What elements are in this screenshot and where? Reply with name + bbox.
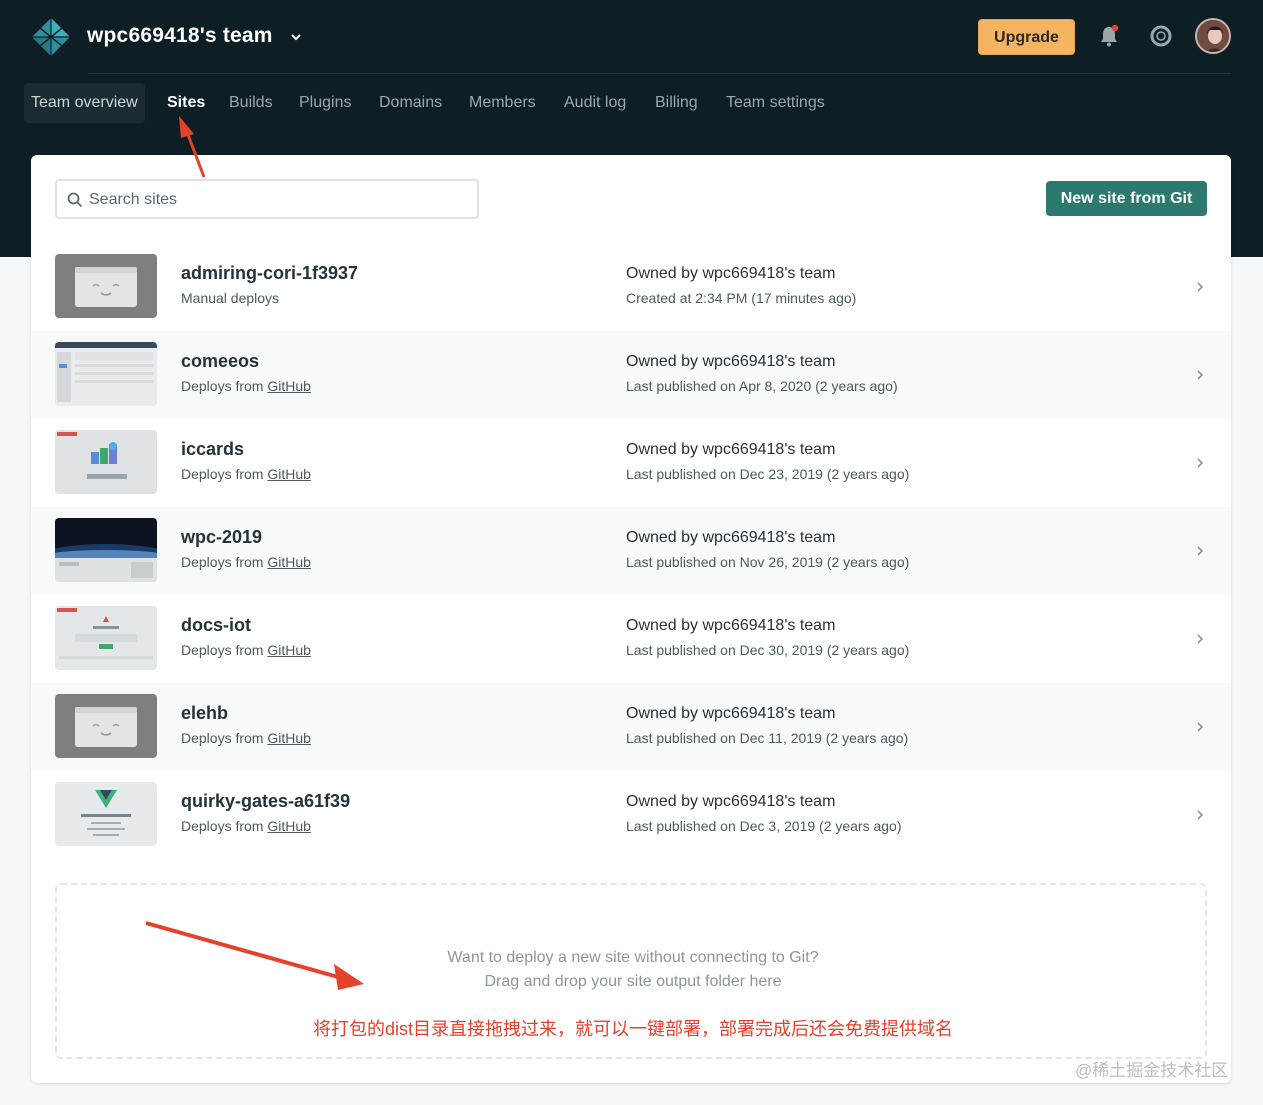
watermark: @稀土掘金技术社区 (1075, 1061, 1229, 1080)
site-name[interactable]: iccards (181, 439, 244, 460)
deploy-source: Deploys from GitHub (181, 378, 311, 394)
dropzone-prompt: Want to deploy a new site without connec… (447, 949, 819, 966)
deploy-source: Manual deploys (181, 290, 280, 306)
chevron-right-icon (1197, 370, 1204, 380)
site-published: Last published on Apr 8, 2020 (2 years a… (626, 378, 898, 394)
site-row[interactable]: admiring-cori-1f3937 Manual deploys Owne… (31, 243, 1231, 331)
site-published: Last published on Nov 26, 2019 (2 years … (626, 554, 910, 570)
lifebuoy-icon[interactable] (1149, 24, 1173, 48)
site-owner: Owned by wpc669418's team (626, 265, 836, 282)
tab-team-overview[interactable]: Team overview (24, 83, 145, 123)
sites-panel: New site from Git admiring-cori-1f3937 M… (31, 155, 1231, 1083)
github-link[interactable]: GitHub (267, 818, 311, 834)
search-box[interactable] (55, 179, 479, 219)
github-link[interactable]: GitHub (267, 554, 311, 570)
tab-plugins[interactable]: Plugins (292, 83, 358, 123)
github-link[interactable]: GitHub (267, 378, 311, 394)
site-thumbnail[interactable] (55, 694, 157, 758)
site-thumbnail[interactable] (55, 782, 157, 846)
site-row[interactable]: quirky-gates-a61f39 Deploys from GitHub … (31, 771, 1231, 859)
site-thumbnail[interactable] (55, 342, 157, 406)
deploy-source: Deploys from GitHub (181, 730, 311, 746)
deploy-source: Deploys from GitHub (181, 466, 311, 482)
site-published: Last published on Dec 3, 2019 (2 years a… (626, 818, 902, 834)
netlify-logo-icon[interactable] (30, 16, 72, 58)
chevron-right-icon (1197, 458, 1204, 468)
site-owner: Owned by wpc669418's team (626, 617, 836, 634)
deploy-source: Deploys from GitHub (181, 642, 311, 658)
github-link[interactable]: GitHub (267, 730, 311, 746)
tab-domains[interactable]: Domains (372, 83, 449, 123)
site-published: Last published on Dec 30, 2019 (2 years … (626, 642, 910, 658)
avatar[interactable] (1195, 18, 1231, 54)
site-owner: Owned by wpc669418's team (626, 441, 836, 458)
drag-drop-zone[interactable]: Want to deploy a new site without connec… (55, 883, 1207, 1059)
site-thumbnail[interactable] (55, 430, 157, 494)
site-owner: Owned by wpc669418's team (626, 705, 836, 722)
site-thumbnail[interactable] (55, 606, 157, 670)
site-name[interactable]: admiring-cori-1f3937 (181, 263, 358, 284)
caret-down-icon[interactable] (291, 33, 301, 41)
chevron-right-icon (1197, 546, 1204, 556)
site-name[interactable]: comeeos (181, 351, 259, 372)
site-name[interactable]: docs-iot (181, 615, 251, 636)
github-link[interactable]: GitHub (267, 642, 311, 658)
site-name[interactable]: quirky-gates-a61f39 (181, 791, 350, 812)
bell-icon[interactable] (1098, 24, 1120, 48)
site-owner: Owned by wpc669418's team (626, 793, 836, 810)
site-thumbnail[interactable] (55, 518, 157, 582)
chevron-right-icon (1197, 810, 1204, 820)
tab-sites[interactable]: Sites (160, 83, 212, 123)
site-owner: Owned by wpc669418's team (626, 353, 836, 370)
topbar-divider (88, 73, 1231, 74)
upgrade-button[interactable]: Upgrade (978, 19, 1075, 55)
site-row[interactable]: comeeos Deploys from GitHub Owned by wpc… (31, 331, 1231, 419)
site-published: Last published on Dec 23, 2019 (2 years … (626, 466, 910, 482)
tab-team-settings[interactable]: Team settings (719, 83, 832, 123)
chevron-right-icon (1197, 282, 1204, 292)
tab-members[interactable]: Members (462, 83, 543, 123)
chevron-right-icon (1197, 634, 1204, 644)
github-link[interactable]: GitHub (267, 466, 311, 482)
new-site-from-git-button[interactable]: New site from Git (1046, 181, 1207, 216)
dropzone-instruction: Drag and drop your site output folder he… (484, 973, 782, 990)
tab-billing[interactable]: Billing (648, 83, 705, 123)
site-thumbnail[interactable] (55, 254, 157, 318)
site-published: Created at 2:34 PM (17 minutes ago) (626, 290, 857, 306)
tab-audit-log[interactable]: Audit log (557, 83, 633, 123)
site-row[interactable]: docs-iot Deploys from GitHub Owned by wp… (31, 595, 1231, 683)
site-list: admiring-cori-1f3937 Manual deploys Owne… (31, 243, 1231, 859)
tab-builds[interactable]: Builds (222, 83, 280, 123)
site-owner: Owned by wpc669418's team (626, 529, 836, 546)
chevron-right-icon (1197, 722, 1204, 732)
search-icon (67, 192, 83, 208)
deploy-source: Deploys from GitHub (181, 554, 311, 570)
search-input[interactable] (89, 187, 469, 213)
team-switcher[interactable]: wpc669418's team (87, 24, 273, 48)
site-name[interactable]: wpc-2019 (181, 527, 262, 548)
site-row[interactable]: wpc-2019 Deploys from GitHub Owned by wp… (31, 507, 1231, 595)
annotation-text: 将打包的dist目录直接拖拽过来，就可以一键部署，部署完成后还会免费提供域名 (312, 1019, 953, 1039)
deploy-source: Deploys from GitHub (181, 818, 311, 834)
site-published: Last published on Dec 11, 2019 (2 years … (626, 730, 909, 746)
site-row[interactable]: iccards Deploys from GitHub Owned by wpc… (31, 419, 1231, 507)
site-name[interactable]: elehb (181, 703, 228, 724)
site-row[interactable]: elehb Deploys from GitHub Owned by wpc66… (31, 683, 1231, 771)
